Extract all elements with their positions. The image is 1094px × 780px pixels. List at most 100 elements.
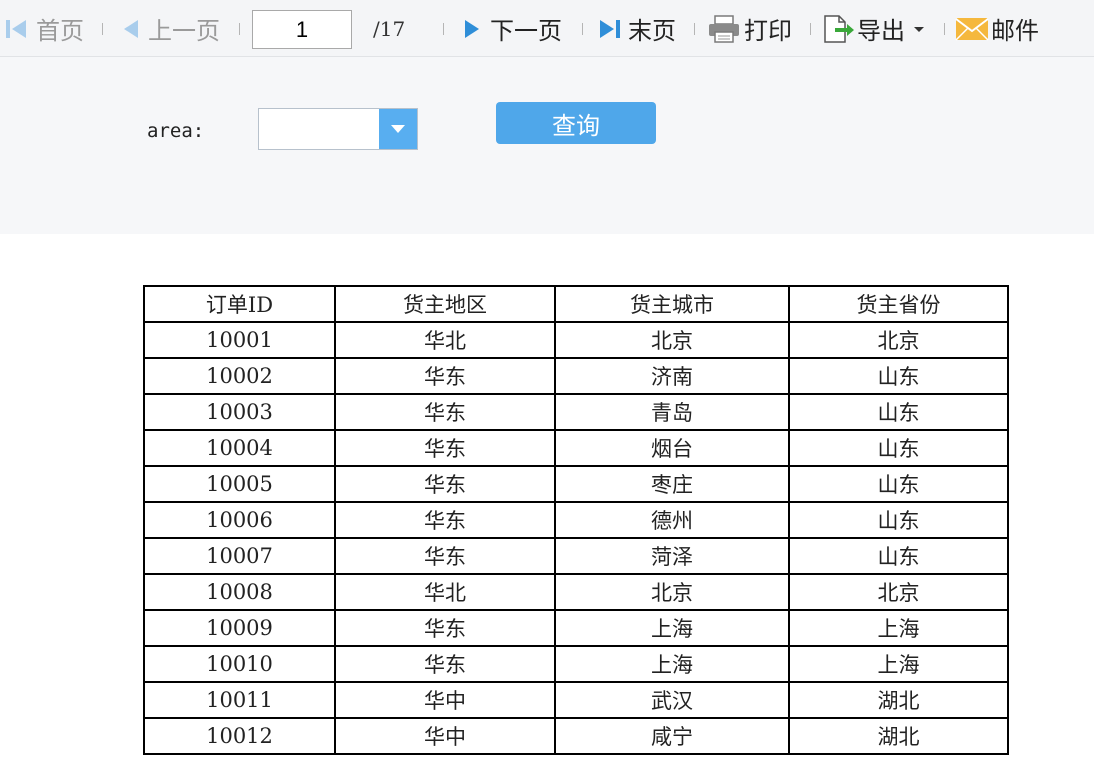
region-cell: 华东 [334, 357, 556, 395]
table-row: 10006 华东 德州 山东 [143, 501, 1009, 539]
export-button[interactable]: 导出 [821, 0, 927, 57]
area-input[interactable] [259, 109, 379, 149]
province-cell: 北京 [788, 573, 1009, 611]
prev-page-label: 上一页 [148, 18, 220, 45]
order-id-cell: 10010 [143, 645, 336, 683]
table-row: 10002 华东 济南 山东 [143, 357, 1009, 395]
first-page-icon [6, 19, 26, 38]
province-cell: 湖北 [788, 717, 1009, 755]
filter-panel: area: 查询 [0, 57, 1094, 234]
column-header-province: 货主省份 [788, 285, 1009, 323]
envelope-icon [955, 17, 989, 41]
table-row: 10003 华东 青岛 山东 [143, 393, 1009, 431]
area-combobox[interactable] [258, 108, 418, 150]
query-button[interactable]: 查询 [496, 102, 656, 144]
city-cell: 咸宁 [554, 717, 790, 755]
order-id-cell: 10012 [143, 717, 336, 755]
province-cell: 北京 [788, 321, 1009, 359]
table-row: 10009 华东 上海 上海 [143, 609, 1009, 647]
column-header-order-id: 订单ID [143, 285, 336, 323]
city-cell: 德州 [554, 501, 790, 539]
region-cell: 华中 [334, 717, 556, 755]
order-id-cell: 10009 [143, 609, 336, 647]
city-cell: 武汉 [554, 681, 790, 719]
region-cell: 华东 [334, 465, 556, 503]
province-cell: 山东 [788, 501, 1009, 539]
province-cell: 山东 [788, 429, 1009, 467]
table-row: 10008 华北 北京 北京 [143, 573, 1009, 611]
report-table: 订单ID 货主地区 货主城市 货主省份 10001 华北 北京 北京 10002… [143, 285, 1009, 755]
next-page-button[interactable]: 下一页 [460, 0, 562, 57]
city-cell: 济南 [554, 357, 790, 395]
city-cell: 上海 [554, 609, 790, 647]
print-label: 打印 [744, 18, 792, 45]
region-cell: 华北 [334, 573, 556, 611]
mail-label: 邮件 [991, 18, 1039, 45]
prev-page-icon [124, 19, 138, 38]
next-page-icon [465, 19, 479, 38]
city-cell: 北京 [554, 321, 790, 359]
table-row: 10005 华东 枣庄 山东 [143, 465, 1009, 503]
city-cell: 菏泽 [554, 537, 790, 575]
city-cell: 枣庄 [554, 465, 790, 503]
order-id-cell: 10003 [143, 393, 336, 431]
toolbar-divider [810, 23, 811, 35]
toolbar-divider [582, 23, 583, 35]
region-cell: 华北 [334, 321, 556, 359]
table-row: 10004 华东 烟台 山东 [143, 429, 1009, 467]
chevron-down-icon [391, 125, 405, 133]
order-id-cell: 10007 [143, 537, 336, 575]
region-cell: 华东 [334, 645, 556, 683]
province-cell: 上海 [788, 645, 1009, 683]
toolbar-divider [694, 23, 695, 35]
order-id-cell: 10011 [143, 681, 336, 719]
toolbar-divider [102, 23, 103, 35]
region-cell: 华中 [334, 681, 556, 719]
print-button[interactable]: 打印 [707, 0, 792, 57]
city-cell: 烟台 [554, 429, 790, 467]
page-number-input[interactable] [252, 10, 352, 49]
order-id-cell: 10008 [143, 573, 336, 611]
area-label: area: [147, 120, 205, 142]
province-cell: 山东 [788, 465, 1009, 503]
city-cell: 上海 [554, 645, 790, 683]
region-cell: 华东 [334, 537, 556, 575]
prev-page-button[interactable]: 上一页 [120, 0, 220, 57]
export-icon [824, 14, 854, 43]
city-cell: 青岛 [554, 393, 790, 431]
table-row: 10001 华北 北京 北京 [143, 321, 1009, 359]
first-page-label: 首页 [36, 18, 84, 45]
toolbar-divider [944, 23, 945, 35]
province-cell: 上海 [788, 609, 1009, 647]
export-label: 导出 [857, 18, 905, 45]
table-row: 10007 华东 菏泽 山东 [143, 537, 1009, 575]
region-cell: 华东 [334, 501, 556, 539]
last-page-icon [600, 19, 620, 38]
column-header-city: 货主城市 [554, 285, 790, 323]
table-row: 10010 华东 上海 上海 [143, 645, 1009, 683]
page-total-label: /17 [373, 16, 406, 41]
column-header-region: 货主地区 [334, 285, 556, 323]
toolbar-divider [443, 23, 444, 35]
region-cell: 华东 [334, 393, 556, 431]
table-row: 10012 华中 咸宁 湖北 [143, 717, 1009, 755]
next-page-label: 下一页 [490, 18, 562, 45]
first-page-button[interactable]: 首页 [4, 0, 84, 57]
area-dropdown-button[interactable] [379, 109, 417, 149]
order-id-cell: 10006 [143, 501, 336, 539]
region-cell: 华东 [334, 429, 556, 467]
region-cell: 华东 [334, 609, 556, 647]
last-page-button[interactable]: 末页 [596, 0, 676, 57]
order-id-cell: 10005 [143, 465, 336, 503]
mail-button[interactable]: 邮件 [955, 0, 1039, 57]
province-cell: 山东 [788, 393, 1009, 431]
province-cell: 湖北 [788, 681, 1009, 719]
table-row: 10011 华中 武汉 湖北 [143, 681, 1009, 719]
order-id-cell: 10002 [143, 357, 336, 395]
last-page-label: 末页 [628, 18, 676, 45]
order-id-cell: 10004 [143, 429, 336, 467]
city-cell: 北京 [554, 573, 790, 611]
province-cell: 山东 [788, 357, 1009, 395]
chevron-down-icon [914, 26, 924, 32]
toolbar-divider [239, 23, 240, 35]
